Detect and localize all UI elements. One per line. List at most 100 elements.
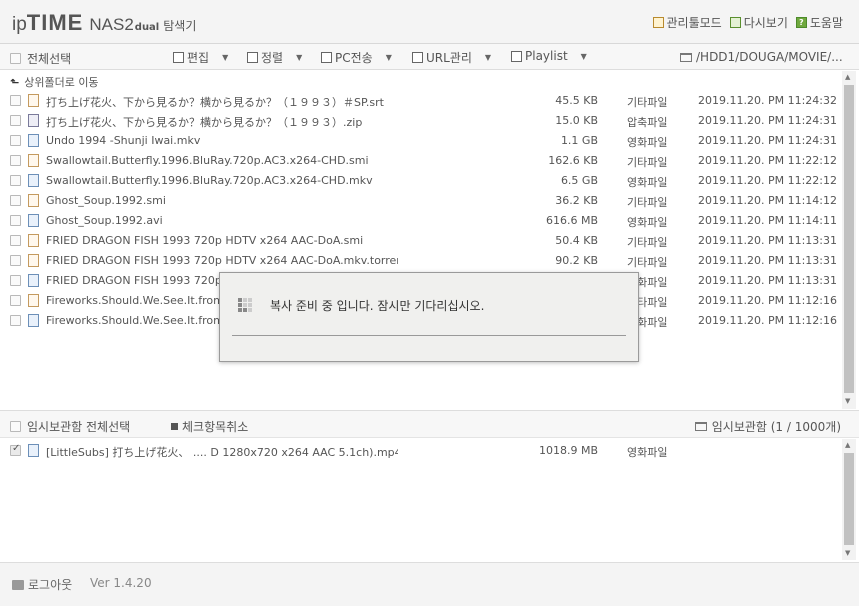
document-icon — [28, 154, 39, 167]
file-size: 616.6 MB — [545, 214, 598, 227]
table-row[interactable]: FRIED DRAGON FISH 1993 720p HDTV x264 AA… — [0, 231, 842, 251]
scroll-down-icon[interactable]: ▼ — [845, 397, 850, 405]
file-type: 영화파일 — [627, 216, 668, 229]
file-size: 90.2 KB — [555, 254, 598, 267]
document-icon — [28, 94, 39, 107]
sort-label: 정렬 — [261, 51, 284, 65]
refresh-label: 다시보기 — [743, 16, 788, 30]
pc-transfer-label: PC전송 — [335, 51, 373, 65]
temp-list-scrollbar[interactable]: ▲ ▼ — [842, 439, 856, 560]
refresh-link[interactable]: 다시보기 — [729, 14, 788, 31]
file-name[interactable]: 打ち上げ花火、下から見るか？横から見るか？（１９９３）＃SP.srt — [46, 94, 398, 110]
row-checkbox[interactable] — [10, 235, 21, 246]
file-type: 영화파일 — [627, 136, 668, 149]
file-name[interactable]: Undo 1994 -Shunji Iwai.mkv — [46, 134, 398, 147]
select-all[interactable]: 전체선택 — [10, 50, 71, 67]
file-size: 162.6 KB — [548, 154, 598, 167]
row-checkbox[interactable] — [10, 255, 21, 266]
row-checkbox[interactable] — [10, 95, 21, 106]
row-checkbox[interactable] — [10, 135, 21, 146]
row-checkbox[interactable] — [10, 175, 21, 186]
logo-dual: dual — [134, 22, 160, 33]
version-label: Ver 1.4.20 — [90, 576, 152, 590]
file-date: 2019.11.20. PM 11:12:16 — [698, 314, 837, 327]
help-link[interactable]: ? 도움말 — [795, 14, 843, 31]
file-name[interactable]: FRIED DRAGON FISH 1993 720p HDTV x264 AA… — [46, 234, 398, 247]
pc-transfer-menu[interactable]: PC전송 ▼ — [321, 49, 392, 66]
row-checkbox[interactable] — [10, 443, 21, 456]
table-row[interactable]: Swallowtail.Butterfly.1996.BluRay.720p.A… — [0, 171, 842, 191]
row-checkbox[interactable] — [10, 195, 21, 206]
table-row[interactable]: 打ち上げ花火、下から見るか？横から見るか？（１９９３）＃SP.srt 45.5 … — [0, 91, 842, 111]
row-checkbox[interactable] — [10, 275, 21, 286]
scrollbar-thumb[interactable] — [844, 85, 854, 393]
sort-menu[interactable]: 정렬 ▼ — [247, 49, 302, 66]
table-row[interactable]: Swallowtail.Butterfly.1996.BluRay.720p.A… — [0, 151, 842, 171]
copy-progress-dialog: 복사 준비 중 입니다. 잠시만 기다리십시오. — [219, 272, 639, 362]
scroll-down-icon[interactable]: ▼ — [845, 549, 850, 557]
video-file-icon — [28, 314, 39, 327]
file-type: 기타파일 — [627, 236, 668, 249]
admin-mode-link[interactable]: 관리툴모드 — [652, 14, 722, 31]
file-list-scrollbar[interactable]: ▲ ▼ — [842, 71, 856, 409]
scroll-up-icon[interactable]: ▲ — [845, 441, 850, 449]
logo-time: TIME — [26, 10, 84, 35]
file-name[interactable]: 打ち上げ花火、下から見るか？横から見るか？（１９９３）.zip — [46, 114, 398, 130]
table-row[interactable]: FRIED DRAGON FISH 1993 720p HDTV x264 AA… — [0, 251, 842, 271]
row-checkbox[interactable] — [10, 315, 21, 326]
row-checkbox[interactable] — [10, 155, 21, 166]
scroll-up-icon[interactable]: ▲ — [845, 73, 850, 81]
progress-track — [232, 335, 626, 336]
row-checkbox[interactable] — [10, 115, 21, 126]
current-path[interactable]: /HDD1/DOUGA/MOVIE/... — [680, 50, 843, 64]
file-size: 36.2 KB — [555, 194, 598, 207]
row-checkbox[interactable] — [10, 295, 21, 306]
file-name[interactable]: Ghost_Soup.1992.avi — [46, 214, 398, 227]
file-date: 2019.11.20. PM 11:13:31 — [698, 274, 837, 287]
logout-label: 로그아웃 — [28, 578, 73, 592]
select-all-checkbox[interactable] — [10, 53, 21, 64]
logout-button[interactable]: 로그아웃 — [12, 576, 72, 593]
file-name[interactable]: Swallowtail.Butterfly.1996.BluRay.720p.A… — [46, 174, 398, 187]
uncheck-label: 체크항목취소 — [182, 420, 249, 434]
app-header: ip TIME NAS2 dual 탐색기 관리툴모드 다시보기 ? 도움말 — [0, 0, 859, 44]
dialog-message: 복사 준비 중 입니다. 잠시만 기다리십시오. — [270, 299, 485, 313]
loading-spinner-icon — [238, 298, 252, 312]
table-row[interactable]: 打ち上げ花火、下から見るか？横から見るか？（１９９３）.zip 15.0 KB … — [0, 111, 842, 131]
iptime-logo: ip TIME NAS2 dual 탐색기 — [12, 10, 197, 35]
file-name[interactable]: FRIED DRAGON FISH 1993 720p HDTV x264 AA… — [46, 254, 398, 267]
temp-select-all[interactable]: 임시보관함 전체선택 — [10, 418, 130, 435]
file-size: 1.1 GB — [560, 134, 598, 147]
uncheck-button[interactable]: 체크항목취소 — [171, 418, 248, 435]
temp-select-all-checkbox[interactable] — [10, 421, 21, 432]
playlist-menu[interactable]: Playlist ▼ — [511, 49, 587, 63]
document-icon — [28, 194, 39, 207]
temp-select-all-label: 임시보관함 전체선택 — [27, 420, 131, 434]
table-row[interactable]: Undo 1994 -Shunji Iwai.mkv 1.1 GB 영화파일 2… — [0, 131, 842, 151]
scrollbar-thumb[interactable] — [844, 453, 854, 545]
edit-menu[interactable]: 편집 ▼ — [173, 49, 228, 66]
temp-storage-title: 임시보관함 (1 / 1000개) — [694, 418, 841, 435]
url-manage-menu[interactable]: URL관리 ▼ — [412, 49, 491, 66]
logout-icon — [12, 579, 24, 590]
file-size: 6.5 GB — [560, 174, 598, 187]
file-date: 2019.11.20. PM 11:13:31 — [698, 254, 837, 267]
logo-explorer: 탐색기 — [163, 19, 197, 33]
help-label: 도움말 — [809, 16, 843, 30]
playlist-icon — [511, 50, 522, 62]
list-item[interactable]: [LittleSubs] 打ち上げ花火、 .... D 1280x720 x26… — [0, 441, 842, 461]
file-type: 기타파일 — [627, 156, 668, 169]
file-name[interactable]: [LittleSubs] 打ち上げ花火、 .... D 1280x720 x26… — [46, 444, 398, 460]
file-name[interactable]: Swallowtail.Butterfly.1996.BluRay.720p.A… — [46, 154, 398, 167]
chevron-down-icon: ▼ — [580, 51, 587, 61]
row-checkbox[interactable] — [10, 215, 21, 226]
parent-folder-row[interactable]: ⬑ 상위폴더로 이동 — [0, 71, 842, 91]
top-links: 관리툴모드 다시보기 ? 도움말 — [652, 14, 843, 31]
logo-ip: ip — [12, 14, 27, 35]
table-row[interactable]: Ghost_Soup.1992.smi 36.2 KB 기타파일 2019.11… — [0, 191, 842, 211]
table-row[interactable]: Ghost_Soup.1992.avi 616.6 MB 영화파일 2019.1… — [0, 211, 842, 231]
file-size: 45.5 KB — [555, 94, 598, 107]
pc-transfer-icon — [321, 52, 332, 63]
file-name[interactable]: Ghost_Soup.1992.smi — [46, 194, 398, 207]
help-icon: ? — [795, 17, 807, 28]
